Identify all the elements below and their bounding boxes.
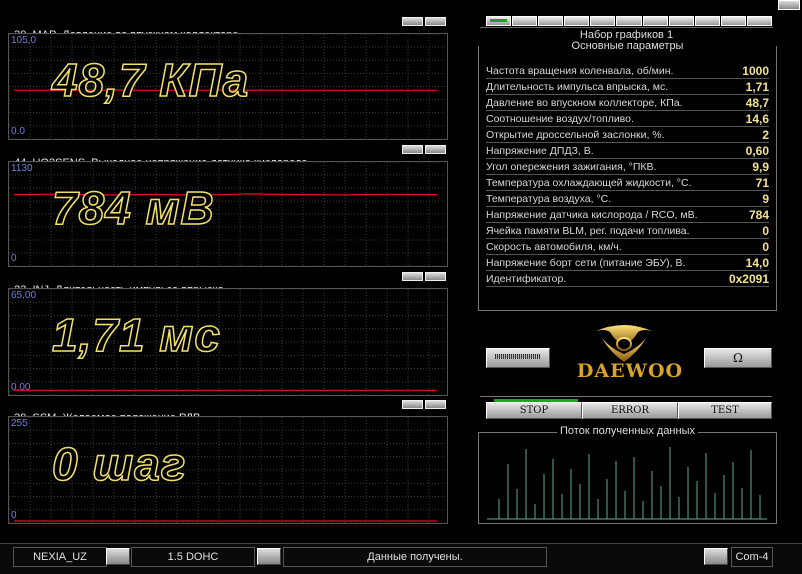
param-label: Температура воздуха, °С. — [486, 193, 611, 205]
param-label: Напряжение борт сети (питание ЭБУ), В. — [486, 257, 685, 269]
chart-header-buttons[interactable] — [402, 145, 446, 154]
graph-set-tab[interactable] — [695, 16, 720, 26]
data-stream-graph — [487, 439, 767, 521]
current-value-big: 0 шаг — [52, 437, 186, 491]
chart-header-buttons[interactable] — [402, 272, 446, 281]
com-port-field: Com-4 — [731, 547, 773, 567]
chart-header-inj: 23 INJ Длительность импульса впрыска. — [8, 272, 227, 286]
param-label: Идентификатор. — [486, 273, 566, 285]
y-min-label: 0.00 — [11, 382, 30, 393]
param-row: Скорость автомобиля, км/ч. 0 — [486, 239, 769, 255]
test-button[interactable]: TEST — [678, 402, 772, 419]
graph-set-tab[interactable] — [747, 16, 772, 26]
y-min-label: 0 — [11, 510, 17, 521]
param-label: Частота вращения коленвала, об/мин. — [486, 65, 673, 77]
params-title: Основные параметры — [568, 40, 688, 52]
param-row: Температура воздуха, °С. 9 — [486, 191, 769, 207]
param-value: 0x2091 — [729, 272, 769, 286]
param-label: Давление во впускном коллекторе, КПа. — [486, 97, 683, 109]
y-min-label: 0 — [11, 253, 17, 264]
param-label: Длительность импульса впрыска, мс. — [486, 81, 668, 93]
param-label: Соотношение воздух/топливо. — [486, 113, 634, 125]
param-label: Скорость автомобиля, км/ч. — [486, 241, 622, 253]
graph-set-tab[interactable] — [486, 16, 511, 26]
param-value: 9 — [762, 192, 769, 206]
y-max-label: 255 — [11, 418, 28, 429]
chart-header-buttons[interactable] — [402, 400, 446, 409]
param-value: 0,60 — [746, 144, 769, 158]
status-message: Данные получены. — [283, 547, 547, 567]
wave-icon — [495, 354, 541, 359]
param-value: 0 — [762, 240, 769, 254]
stream-title: Поток полученных данных — [557, 425, 698, 437]
y-max-label: 1130 — [11, 163, 33, 174]
current-value-big: 48,7 КПа — [52, 53, 249, 107]
param-value: 0 — [762, 224, 769, 238]
param-value: 71 — [756, 176, 769, 190]
param-row: Напряжение ДПДЗ, В. 0,60 — [486, 143, 769, 159]
param-label: Температура охлаждающей жидкости, °С. — [486, 177, 691, 189]
graph-set-tab[interactable] — [538, 16, 563, 26]
car-model-button[interactable] — [106, 548, 130, 565]
y-max-label: 105,0 — [11, 35, 36, 46]
chart-header-map: 30 MAP Давление во впускном коллекторе. — [8, 17, 242, 31]
graph-set-tab[interactable] — [590, 16, 615, 26]
controls-divider — [480, 396, 772, 397]
param-row: Длительность импульса впрыска, мс. 1,71 — [486, 79, 769, 95]
param-value: 48,7 — [746, 96, 769, 110]
engine-button[interactable] — [257, 548, 281, 565]
main-params-panel: Основные параметры Частота вращения коле… — [478, 46, 777, 311]
chart-header-ssm: 39 SSM Желаемое положение РДВ. — [8, 400, 203, 414]
graph-set-selector[interactable] — [486, 16, 772, 26]
param-label: Напряжение ДПДЗ, В. — [486, 145, 594, 157]
port-button[interactable] — [704, 548, 728, 565]
param-value: 1000 — [742, 64, 769, 78]
param-value: 1,71 — [746, 80, 769, 94]
chart-header-buttons[interactable] — [402, 17, 446, 26]
omega-button[interactable]: Ω — [704, 348, 772, 368]
param-value: 784 — [749, 208, 769, 222]
param-value: 9,9 — [752, 160, 769, 174]
graph-set-tab[interactable] — [643, 16, 668, 26]
param-row: Открытие дроссельной заслонки, %. 2 — [486, 127, 769, 143]
y-min-label: 0.0 — [11, 126, 25, 137]
current-value-big: 1,71 мс — [52, 308, 221, 362]
graph-set-tab[interactable] — [669, 16, 694, 26]
data-stream-panel: Поток полученных данных — [478, 432, 777, 524]
graph-set-tab[interactable] — [512, 16, 537, 26]
param-value: 2 — [762, 128, 769, 142]
param-row: Напряжение датчика кислорода / RCO, мВ. 7… — [486, 207, 769, 223]
param-row: Идентификатор. 0x2091 — [486, 271, 769, 287]
param-row: Частота вращения коленвала, об/мин. 1000 — [486, 63, 769, 79]
param-row: Давление во впускном коллекторе, КПа. 48,… — [486, 95, 769, 111]
chart-header-uo2sens: 44 UO2SENS Выходное напряжение датчика к… — [8, 145, 311, 159]
param-label: Угол опережения зажигания, °ПКВ. — [486, 161, 656, 173]
graph-set-tab[interactable] — [721, 16, 746, 26]
engine-field: 1.5 DOHC — [131, 547, 255, 567]
graph-set-tab[interactable] — [564, 16, 589, 26]
car-model-field: NEXIA_UZ — [13, 547, 107, 567]
graph-mode-button[interactable] — [486, 348, 550, 368]
stop-button[interactable]: STOP — [486, 402, 582, 419]
param-value: 14,6 — [746, 112, 769, 126]
window-button[interactable] — [778, 0, 800, 10]
param-label: Ячейка памяти BLM, рег. подачи топлива. — [486, 225, 690, 237]
param-value: 14,0 — [746, 256, 769, 270]
param-row: Напряжение борт сети (питание ЭБУ), В. 14… — [486, 255, 769, 271]
y-max-label: 65,00 — [11, 290, 36, 301]
param-label: Напряжение датчика кислорода / RCO, мВ. — [486, 209, 698, 221]
param-row: Ячейка памяти BLM, рег. подачи топлива. 0 — [486, 223, 769, 239]
param-label: Открытие дроссельной заслонки, %. — [486, 129, 665, 141]
current-value-big: 784 мВ — [52, 181, 215, 235]
param-row: Угол опережения зажигания, °ПКВ. 9,9 — [486, 159, 769, 175]
param-row: Температура охлаждающей жидкости, °С. 71 — [486, 175, 769, 191]
error-button[interactable]: ERROR — [582, 402, 678, 419]
daewoo-logo-icon — [588, 318, 660, 366]
param-row: Соотношение воздух/топливо. 14,6 — [486, 111, 769, 127]
brand-logo-text: DAEWOO — [570, 360, 690, 382]
graph-set-tab[interactable] — [616, 16, 641, 26]
